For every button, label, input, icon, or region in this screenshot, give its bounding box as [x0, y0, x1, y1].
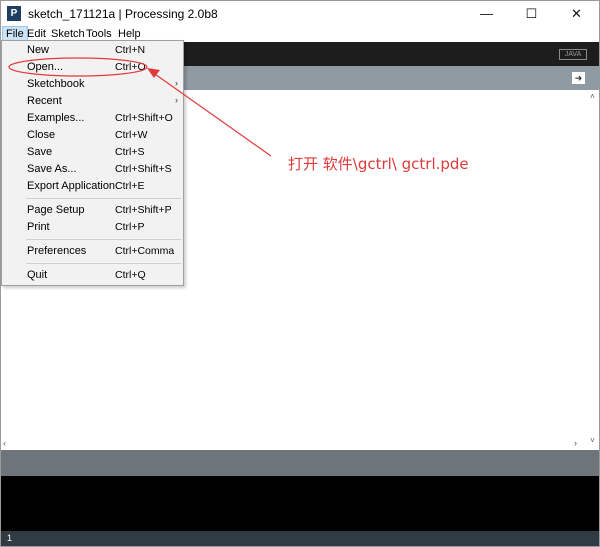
menu-item-shortcut: Ctrl+E [115, 180, 145, 192]
menu-item-sketchbook[interactable]: Sketchbook › [2, 76, 183, 93]
menu-item-label: New [27, 44, 50, 56]
menu-item-label: Quit [27, 269, 48, 281]
processing-app-icon: P [7, 6, 21, 21]
menu-item-shortcut: Ctrl+O [115, 61, 146, 73]
scroll-up-icon[interactable]: ˄ [586, 92, 599, 102]
menu-item-shortcut: Ctrl+Q [115, 269, 146, 281]
menu-item-new[interactable]: New Ctrl+N [2, 42, 183, 59]
menu-item-label: Close [27, 129, 56, 141]
menu-separator [26, 198, 181, 199]
close-button[interactable]: ✕ [554, 1, 599, 26]
menu-item-quit[interactable]: Quit Ctrl+Q [2, 267, 183, 284]
scroll-left-icon[interactable]: ‹ [3, 438, 6, 448]
status-bar: 1 [1, 531, 599, 546]
menu-item-shortcut: Ctrl+P [115, 221, 145, 233]
minimize-button[interactable]: — [464, 1, 509, 26]
menu-item-save-as[interactable]: Save As... Ctrl+Shift+S [2, 161, 183, 178]
menu-item-examples[interactable]: Examples... Ctrl+Shift+O [2, 110, 183, 127]
menu-item-label: Sketchbook [27, 78, 85, 90]
menu-item-label: Examples... [27, 112, 85, 124]
menu-item-label: Print [27, 221, 50, 233]
annotation-text: 打开 软件\gctrl\ gctrl.pde [288, 155, 469, 173]
menu-item-shortcut: Ctrl+S [115, 146, 145, 158]
mode-selector-button[interactable]: JAVA [559, 49, 587, 60]
submenu-arrow-icon: › [175, 95, 178, 105]
menu-item-shortcut: Ctrl+Shift+O [115, 112, 173, 124]
scroll-right-icon[interactable]: › [574, 438, 577, 448]
menu-item-page-setup[interactable]: Page Setup Ctrl+Shift+P [2, 202, 183, 219]
scroll-down-icon[interactable]: ˅ [586, 436, 599, 446]
menu-separator [26, 239, 181, 240]
menu-item-shortcut: Ctrl+N [115, 44, 146, 56]
menu-item-shortcut: Ctrl+Comma [115, 245, 175, 257]
menu-separator [26, 263, 181, 264]
menu-item-label: Save As... [27, 163, 77, 175]
menu-item-label: Open... [27, 61, 64, 73]
submenu-arrow-icon: › [175, 78, 178, 88]
menu-item-label: Save [27, 146, 53, 158]
tab-menu-arrow-icon[interactable]: ➜ [572, 72, 585, 84]
menu-item-recent[interactable]: Recent › [2, 93, 183, 110]
menu-item-close[interactable]: Close Ctrl+W [2, 127, 183, 144]
title-bar: P sketch_171121a | Processing 2.0b8 — ☐ … [1, 1, 599, 26]
vertical-scrollbar[interactable]: ˄ ˅ [586, 90, 599, 448]
window-title: sketch_171121a | Processing 2.0b8 [28, 7, 218, 21]
menu-item-export-application[interactable]: Export Application Ctrl+E [2, 178, 183, 195]
message-area [1, 450, 599, 476]
horizontal-scrollbar[interactable]: ‹ › [1, 438, 586, 448]
menu-item-label: Export Application [27, 180, 116, 192]
console-area [1, 476, 599, 531]
line-number: 1 [7, 533, 13, 543]
menu-item-open[interactable]: Open... Ctrl+O [2, 59, 183, 76]
menu-item-label: Page Setup [27, 204, 85, 216]
menu-item-label: Recent [27, 95, 62, 107]
menu-item-shortcut: Ctrl+W [115, 129, 148, 141]
menu-item-label: Preferences [27, 245, 87, 257]
file-menu-dropdown: New Ctrl+N Open... Ctrl+O Sketchbook › R… [1, 40, 184, 286]
menu-item-shortcut: Ctrl+Shift+P [115, 204, 172, 216]
maximize-button[interactable]: ☐ [509, 1, 554, 26]
menu-item-print[interactable]: Print Ctrl+P [2, 219, 183, 236]
menu-item-shortcut: Ctrl+Shift+S [115, 163, 172, 175]
menu-item-preferences[interactable]: Preferences Ctrl+Comma [2, 243, 183, 260]
menu-item-save[interactable]: Save Ctrl+S [2, 144, 183, 161]
